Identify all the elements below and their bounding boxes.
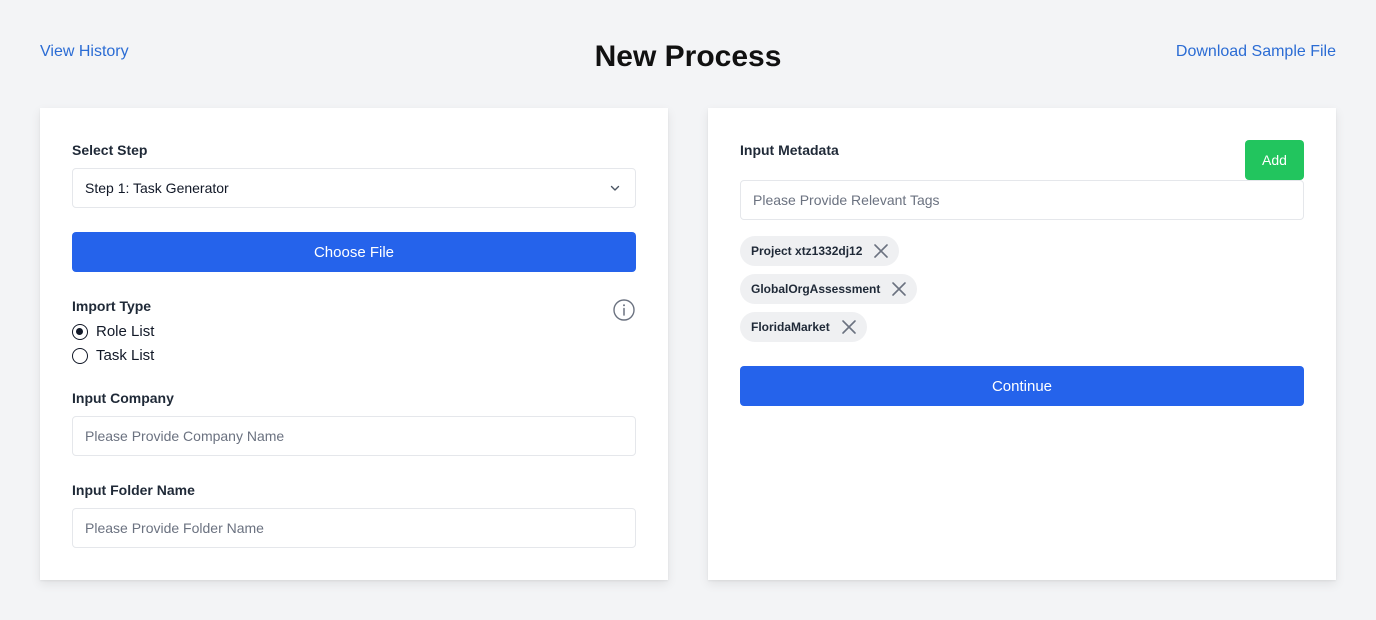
radio-task-list-label: Task List [96, 347, 155, 364]
tag-label: FloridaMarket [751, 320, 830, 334]
select-step-dropdown[interactable]: Step 1: Task Generator [72, 168, 636, 208]
tag-chip: FloridaMarket [740, 312, 867, 342]
radio-task-list[interactable]: Task List [72, 347, 154, 364]
close-icon[interactable] [872, 242, 890, 260]
radio-button-unchecked[interactable] [72, 347, 88, 364]
company-label: Input Company [72, 390, 174, 406]
tag-label: GlobalOrgAssessment [751, 282, 881, 296]
process-settings-card: Select Step Step 1: Task Generator Choos… [40, 108, 668, 580]
chevron-down-icon [610, 185, 620, 191]
tags-input[interactable] [740, 180, 1304, 220]
close-icon[interactable] [840, 318, 858, 336]
close-icon[interactable] [890, 280, 908, 298]
radio-role-list-label: Role List [96, 323, 155, 340]
select-step-value: Step 1: Task Generator [85, 180, 229, 196]
continue-button[interactable]: Continue [740, 366, 1304, 406]
import-type-label: Import Type [72, 298, 152, 314]
metadata-card: Input Metadata Add Project xtz1332dj12 G… [708, 108, 1336, 580]
add-tag-button[interactable]: Add [1245, 140, 1304, 180]
choose-file-button[interactable]: Choose File [72, 232, 636, 272]
select-step-label: Select Step [72, 142, 148, 158]
info-icon[interactable] [612, 298, 636, 322]
tag-chip: Project xtz1332dj12 [740, 236, 900, 266]
download-sample-file-link[interactable]: Download Sample File [1176, 43, 1336, 61]
tag-chip: GlobalOrgAssessment [740, 274, 918, 304]
folder-name-input[interactable] [72, 508, 636, 548]
folder-name-label: Input Folder Name [72, 482, 195, 498]
company-input[interactable] [72, 416, 636, 456]
metadata-label: Input Metadata [740, 142, 839, 158]
tag-list: Project xtz1332dj12 GlobalOrgAssessment … [740, 236, 918, 350]
radio-role-list[interactable]: Role List [72, 323, 154, 340]
page-title: New Process [594, 40, 782, 73]
tag-label: Project xtz1332dj12 [751, 244, 863, 258]
page: View History New Process Download Sample… [0, 0, 1376, 620]
radio-button-checked[interactable] [72, 323, 88, 340]
